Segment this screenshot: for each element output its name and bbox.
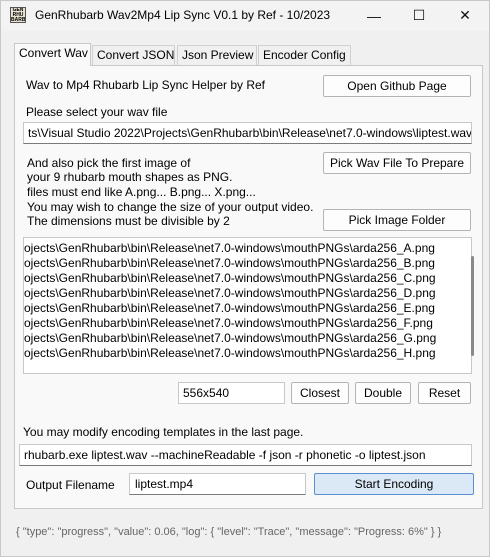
start-encoding-button[interactable]: Start Encoding — [314, 473, 474, 495]
window-controls: ☐ ✕ — [396, 0, 488, 30]
maximize-button[interactable]: ☐ — [396, 0, 442, 30]
tab-convert-json[interactable]: Convert JSON — [92, 45, 175, 65]
command-line-field[interactable]: rhubarb.exe liptest.wav --machineReadabl… — [19, 444, 472, 466]
list-item[interactable]: ojects\GenRhubarb\bin\Release\net7.0-win… — [24, 346, 436, 361]
list-item[interactable]: ojects\GenRhubarb\bin\Release\net7.0-win… — [24, 271, 436, 286]
video-size-field[interactable]: 556x540 — [178, 382, 285, 404]
templates-note: You may modify encoding templates in the… — [23, 425, 304, 439]
tab-label: Encoder Config — [263, 48, 346, 62]
list-item[interactable]: ojects\GenRhubarb\bin\Release\net7.0-win… — [24, 256, 435, 271]
status-text: { "type": "progress", "value": 0.06, "lo… — [16, 526, 442, 538]
image-file-list[interactable]: ojects\GenRhubarb\bin\Release\net7.0-win… — [23, 237, 472, 374]
output-filename-field[interactable]: liptest.mp4 — [129, 473, 306, 495]
tab-label: Json Preview — [182, 48, 254, 62]
instruction-line: The dimensions must be divisible by 2 — [27, 214, 230, 228]
close-icon: ✕ — [459, 6, 471, 23]
wav-path-field[interactable]: ts\Visual Studio 2022\Projects\GenRhubar… — [23, 122, 472, 144]
reset-button[interactable]: Reset — [418, 382, 471, 404]
pick-wav-button[interactable]: Pick Wav File To Prepare — [323, 152, 471, 174]
open-github-button[interactable]: Open Github Page — [323, 75, 471, 97]
instruction-line: your 9 rhubarb mouth shapes as PNG. — [27, 170, 233, 184]
list-item[interactable]: ojects\GenRhubarb\bin\Release\net7.0-win… — [24, 331, 436, 346]
logo-text-line: BARB — [11, 17, 26, 23]
tab-convert-wav[interactable]: Convert Wav — [14, 43, 91, 66]
window-title: GenRhubarb Wav2Mp4 Lip Sync V0.1 by Ref … — [35, 8, 331, 22]
app-logo-icon: GEN RHU BARB — [10, 7, 26, 23]
select-wav-label: Please select your wav file — [26, 105, 168, 119]
output-filename-label: Output Filename — [26, 478, 115, 492]
maximize-icon: ☐ — [412, 6, 426, 23]
tab-label: Convert JSON — [97, 48, 175, 62]
closest-button[interactable]: Closest — [291, 382, 349, 404]
tab-encoder-config[interactable]: Encoder Config — [258, 45, 351, 65]
status-bar: { "type": "progress", "value": 0.06, "lo… — [1, 520, 489, 544]
list-item[interactable]: ojects\GenRhubarb\bin\Release\net7.0-win… — [24, 241, 435, 256]
pick-image-folder-button[interactable]: Pick Image Folder — [323, 209, 471, 231]
instruction-line: And also pick the first image of — [27, 156, 191, 170]
tab-json-preview[interactable]: Json Preview — [177, 45, 257, 65]
minimize-button[interactable]: — — [351, 1, 397, 31]
close-button[interactable]: ✕ — [442, 0, 488, 30]
instruction-line: You may wish to change the size of your … — [27, 200, 314, 214]
list-item[interactable]: ojects\GenRhubarb\bin\Release\net7.0-win… — [24, 301, 435, 316]
minimize-icon: — — [367, 8, 381, 24]
tab-label: Convert Wav — [19, 46, 88, 60]
list-item[interactable]: ojects\GenRhubarb\bin\Release\net7.0-win… — [24, 286, 436, 301]
list-item[interactable]: ojects\GenRhubarb\bin\Release\net7.0-win… — [24, 316, 433, 331]
instruction-line: files must end like A.png... B.png... X.… — [27, 185, 256, 199]
header-text: Wav to Mp4 Rhubarb Lip Sync Helper by Re… — [26, 78, 265, 92]
app-window: GEN RHU BARB GenRhubarb Wav2Mp4 Lip Sync V… — [0, 0, 490, 557]
double-button[interactable]: Double — [355, 382, 411, 404]
list-scrollbar[interactable] — [471, 256, 474, 356]
